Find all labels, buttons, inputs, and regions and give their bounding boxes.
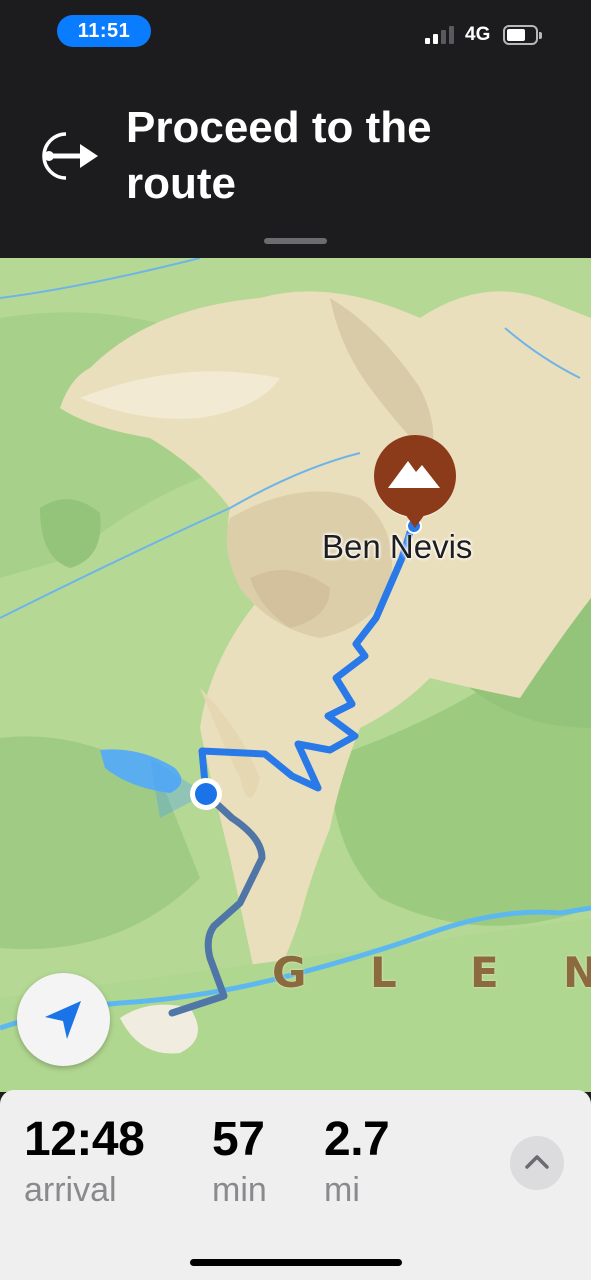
locate-me-button[interactable] <box>17 973 110 1066</box>
distance-label: mi <box>324 1171 360 1209</box>
area-label-letter: N <box>563 948 591 997</box>
banner-grabber[interactable] <box>264 238 327 244</box>
area-label-letter: L <box>370 948 397 997</box>
navigation-instruction-banner[interactable]: Proceed to the route <box>0 64 591 258</box>
arrival-time: 12:48 <box>24 1113 145 1166</box>
instruction-text: Proceed to the route <box>126 103 432 208</box>
status-bar: 11:51 4G <box>0 0 591 64</box>
battery-icon <box>503 25 542 45</box>
network-type: 4G <box>465 24 491 45</box>
home-indicator[interactable] <box>190 1259 402 1266</box>
arrival-label: arrival <box>24 1171 117 1209</box>
area-label-letter: G <box>272 948 307 997</box>
poi-label-ben-nevis[interactable]: Ben Nevis <box>322 528 472 566</box>
chevron-up-icon <box>525 1155 549 1169</box>
status-time[interactable]: 11:51 <box>57 15 151 47</box>
duration-value: 57 <box>212 1113 265 1166</box>
expand-card-button[interactable] <box>510 1136 564 1190</box>
location-arrow-icon <box>45 1001 81 1039</box>
duration-label: min <box>212 1171 267 1209</box>
distance-value: 2.7 <box>324 1113 390 1166</box>
arrival-stat: 12:48 arrival <box>24 1112 145 1212</box>
trip-summary-card[interactable]: 12:48 arrival 57 min 2.7 mi <box>0 1090 591 1280</box>
duration-stat: 57 min <box>212 1112 267 1212</box>
signal-strength-icon <box>425 24 457 44</box>
map-view[interactable]: Ben Nevis G L E N <box>0 258 591 1092</box>
distance-stat: 2.7 mi <box>324 1112 390 1212</box>
mountain-icon[interactable] <box>372 434 458 530</box>
area-label-letter: E <box>470 948 499 997</box>
proceed-to-route-icon <box>42 132 98 180</box>
